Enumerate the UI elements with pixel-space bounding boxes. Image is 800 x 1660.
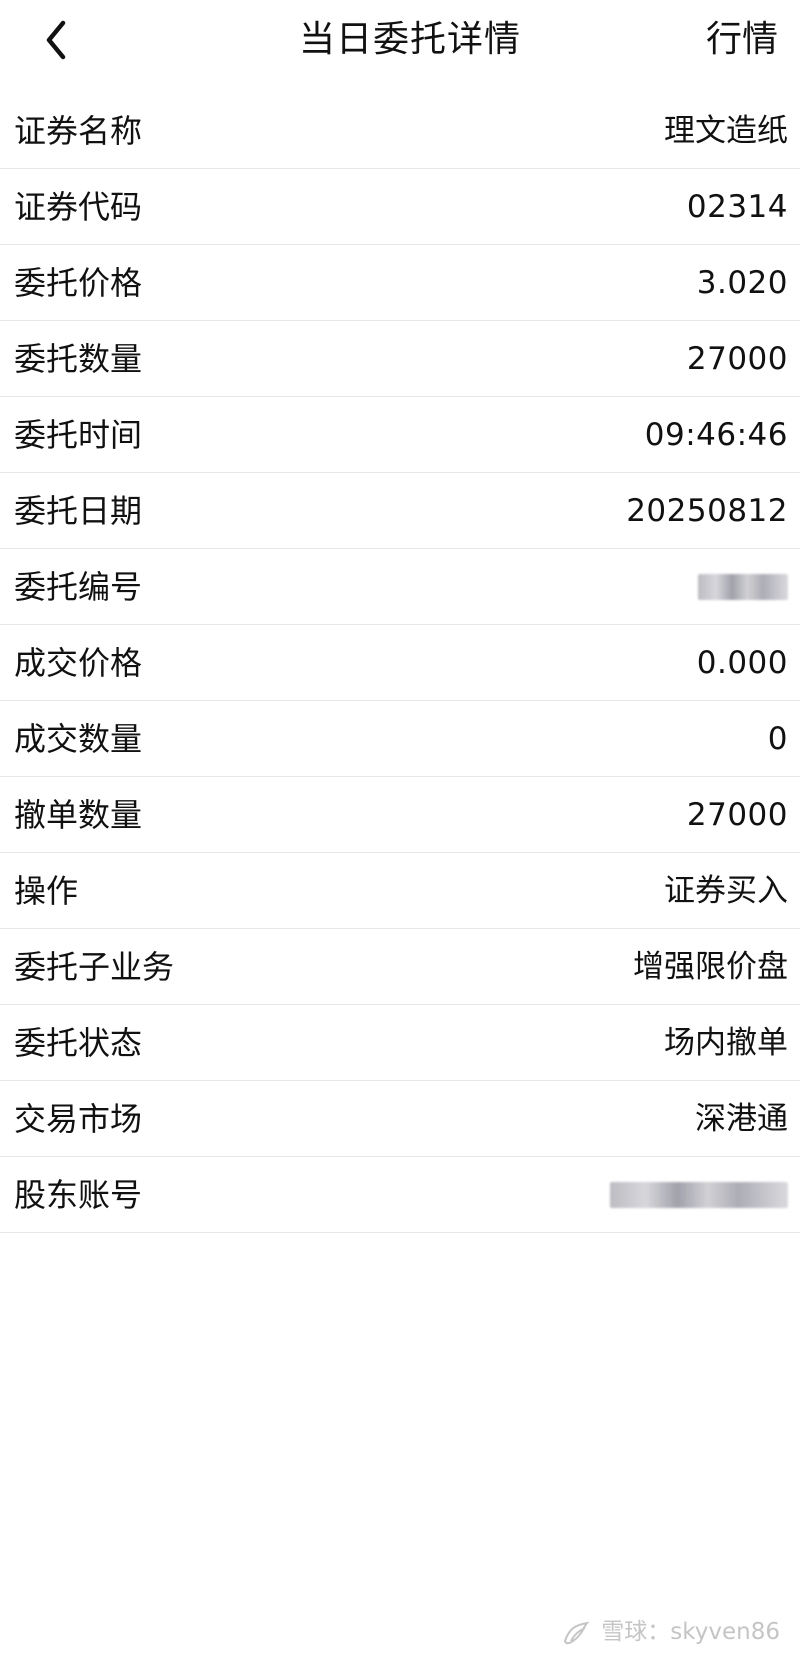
detail-label: 证券代码: [14, 187, 143, 226]
redacted-shareholder-account: [610, 1181, 788, 1208]
detail-value: 增强限价盘: [633, 948, 788, 985]
snowball-logo-icon: [564, 1621, 590, 1645]
back-button[interactable]: [28, 8, 84, 72]
detail-label: 操作: [14, 871, 79, 910]
detail-row-filled-price: 成交价格 0.000: [0, 625, 800, 701]
detail-label: 交易市场: [14, 1099, 143, 1138]
redacted-order-number: [698, 573, 788, 600]
detail-row-order-status: 委托状态 场内撤单: [0, 1005, 800, 1081]
detail-label: 成交价格: [14, 643, 143, 682]
detail-value: 0: [767, 720, 788, 757]
detail-value: 27000: [686, 796, 788, 833]
top-navigation-bar: 当日委托详情 行情: [0, 0, 800, 86]
market-button[interactable]: 行情: [706, 12, 778, 68]
detail-row-filled-quantity: 成交数量 0: [0, 701, 800, 777]
detail-row-security-name: 证券名称 理文造纸: [0, 93, 800, 169]
detail-value: 20250812: [626, 492, 788, 529]
detail-row-order-number: 委托编号: [0, 549, 800, 625]
detail-value: 0.000: [696, 644, 788, 681]
detail-value: 09:46:46: [644, 416, 788, 453]
detail-row-sub-business: 委托子业务 增强限价盘: [0, 929, 800, 1005]
watermark-text: 雪球：skyven86: [601, 1619, 780, 1645]
detail-label: 委托数量: [14, 339, 143, 378]
detail-value: 3.020: [696, 264, 788, 301]
chevron-left-icon: [46, 20, 66, 60]
detail-label: 成交数量: [14, 719, 143, 758]
detail-value: 理文造纸: [664, 112, 788, 149]
detail-row-order-date: 委托日期 20250812: [0, 473, 800, 549]
detail-row-order-price: 委托价格 3.020: [0, 245, 800, 321]
detail-row-order-time: 委托时间 09:46:46: [0, 397, 800, 473]
detail-value: 场内撤单: [664, 1024, 788, 1061]
detail-label: 委托价格: [14, 263, 143, 302]
detail-label: 证券名称: [14, 111, 143, 150]
detail-row-cancel-quantity: 撤单数量 27000: [0, 777, 800, 853]
detail-label: 委托编号: [14, 567, 143, 606]
detail-value: 证券买入: [664, 872, 788, 909]
detail-label: 撤单数量: [14, 795, 143, 834]
detail-label: 股东账号: [14, 1175, 143, 1214]
detail-value: 27000: [686, 340, 788, 377]
detail-value: 深港通: [695, 1100, 788, 1137]
page-title: 当日委托详情: [298, 19, 521, 60]
order-detail-list: 证券名称 理文造纸 证券代码 02314 委托价格 3.020 委托数量 270…: [0, 93, 800, 1233]
detail-label: 委托状态: [14, 1023, 143, 1062]
watermark: 雪球：skyven86: [559, 1616, 780, 1648]
detail-label: 委托子业务: [14, 947, 175, 986]
detail-label: 委托时间: [14, 415, 143, 454]
detail-label: 委托日期: [14, 491, 143, 530]
detail-row-trading-market: 交易市场 深港通: [0, 1081, 800, 1157]
detail-row-operation: 操作 证券买入: [0, 853, 800, 929]
detail-row-order-quantity: 委托数量 27000: [0, 321, 800, 397]
detail-row-security-code: 证券代码 02314: [0, 169, 800, 245]
detail-row-shareholder-account: 股东账号: [0, 1157, 800, 1233]
detail-value: 02314: [686, 188, 788, 225]
